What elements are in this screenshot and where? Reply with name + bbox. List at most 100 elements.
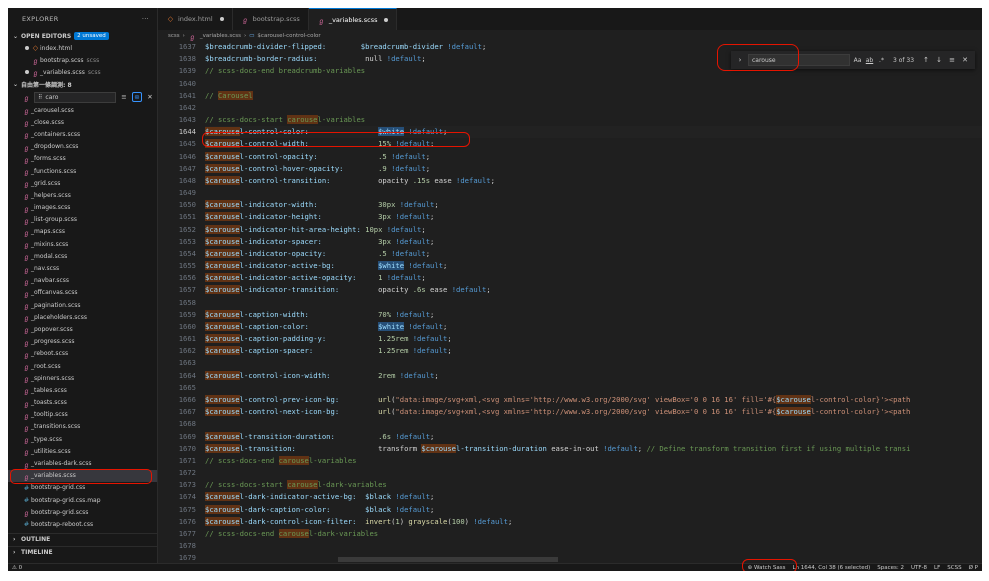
arrow-down-icon[interactable]: ↓ <box>934 56 944 64</box>
code-line[interactable]: // Carousel <box>205 90 982 102</box>
code-line[interactable]: $carousel-caption-color: $white !default… <box>205 321 982 333</box>
file-item[interactable]: # bootstrap-grid.css.map <box>22 494 157 506</box>
regex-icon[interactable]: .* <box>877 57 886 64</box>
match-case-icon[interactable]: Aa <box>853 57 862 64</box>
file-item[interactable]: ℊ _root.scss <box>22 360 157 372</box>
file-item[interactable]: ℊ _mixins.scss <box>22 238 157 250</box>
file-item[interactable]: ℊ _grid.scss <box>22 177 157 189</box>
tab-variables-scss[interactable]: ℊ _variables.scss <box>308 8 398 30</box>
code-line[interactable]: $carousel-indicator-opacity: .5 !default… <box>205 248 982 260</box>
code-line[interactable] <box>205 540 982 552</box>
notifications-icon[interactable]: Ø P <box>969 565 978 571</box>
open-editor-item[interactable]: ◇ index.html <box>8 42 157 54</box>
file-item[interactable]: # bootstrap-reboot.css <box>22 518 157 530</box>
code-line[interactable]: // scss-docs-end carousel-dark-variables <box>205 528 982 540</box>
code-line[interactable]: $carousel-indicator-transition: opacity … <box>205 284 982 296</box>
code-line[interactable]: $carousel-caption-padding-y: 1.25rem !de… <box>205 333 982 345</box>
code-line[interactable] <box>205 467 982 479</box>
workspace-section[interactable]: ⌄ 自由第一條調測: 8 <box>8 78 157 90</box>
file-item[interactable]: ℊ _spinners.scss <box>22 372 157 384</box>
file-item[interactable]: ℊ _images.scss <box>22 202 157 214</box>
code-line[interactable]: $carousel-indicator-hit-area-height: 10p… <box>205 224 982 236</box>
tab-bootstrap-scss[interactable]: ℊ bootstrap.scss <box>233 8 309 30</box>
code-line[interactable]: $carousel-control-next-icon-bg: url("dat… <box>205 406 982 418</box>
breadcrumb-folder[interactable]: scss <box>168 33 180 39</box>
file-item[interactable]: ℊ _close.scss <box>22 116 157 128</box>
code-line[interactable]: $carousel-caption-spacer: 1.25rem !defau… <box>205 345 982 357</box>
code-line[interactable]: $carousel-dark-caption-color: $black !de… <box>205 504 982 516</box>
close-icon[interactable]: ✕ <box>960 56 970 64</box>
unsaved-dot-icon[interactable] <box>219 17 224 21</box>
code-line[interactable]: $carousel-control-icon-width: 2rem !defa… <box>205 370 982 382</box>
code-line[interactable] <box>205 552 982 563</box>
code-line[interactable] <box>205 297 982 309</box>
file-item[interactable]: ℊ _variables.scss <box>8 468 157 484</box>
language-mode[interactable]: SCSS <box>947 565 961 571</box>
file-item[interactable]: ℊ _transitions.scss <box>22 421 157 433</box>
file-item[interactable]: ℊ bootstrap-grid.scss <box>22 506 157 518</box>
file-item[interactable]: ℊ _modal.scss <box>22 250 157 262</box>
open-editor-item[interactable]: ℊ _variables.scss scss <box>8 66 157 78</box>
end-of-line[interactable]: LF <box>934 565 940 571</box>
code-line[interactable]: $carousel-dark-control-icon-filter: inve… <box>205 516 982 528</box>
code-line[interactable] <box>205 357 982 369</box>
cursor-position[interactable]: Ln 1644, Col 38 (6 selected) <box>792 565 870 571</box>
file-item[interactable]: ℊ _placeholders.scss <box>22 311 157 323</box>
code-line[interactable]: $carousel-dark-indicator-active-bg: $bla… <box>205 491 982 503</box>
code-line[interactable] <box>205 187 982 199</box>
file-item[interactable]: ℊ _utilities.scss <box>22 445 157 457</box>
code-line[interactable]: $carousel-indicator-width: 30px !default… <box>205 199 982 211</box>
code-line[interactable]: $carousel-control-hover-opacity: .9 !def… <box>205 163 982 175</box>
find-in-selection-icon[interactable]: ≡ <box>947 56 957 64</box>
code-line[interactable]: $carousel-caption-width: 70% !default; <box>205 309 982 321</box>
file-item[interactable]: ℊ _toasts.scss <box>22 397 157 409</box>
explorer-more-icon[interactable]: ··· <box>142 15 149 23</box>
file-item[interactable]: ℊ _forms.scss <box>22 153 157 165</box>
code-line[interactable] <box>205 382 982 394</box>
code-line[interactable]: $carousel-indicator-height: 3px !default… <box>205 211 982 223</box>
tab-index-html[interactable]: ◇ index.html <box>158 8 233 30</box>
code-editor[interactable]: 1637 1638 1639 1640 1641 1642 1643 1644 1645 1646… <box>158 41 982 563</box>
code-line[interactable] <box>205 78 982 90</box>
file-item[interactable]: ℊ _reboot.scss <box>22 348 157 360</box>
code-line[interactable]: $carousel-control-opacity: .5 !default; <box>205 151 982 163</box>
file-item[interactable]: ℊ _carousel.scss <box>22 104 157 116</box>
open-editors-section[interactable]: ⌄ OPEN EDITORS 2 unsaved <box>8 30 157 42</box>
file-item[interactable]: ℊ _variables-dark.scss <box>22 457 157 469</box>
file-item[interactable]: ℊ _list-group.scss <box>22 214 157 226</box>
file-item[interactable]: ℊ _helpers.scss <box>22 189 157 201</box>
code-line[interactable]: // scss-docs-end carousel-variables <box>205 455 982 467</box>
file-item[interactable]: ℊ _maps.scss <box>22 226 157 238</box>
file-item[interactable]: ℊ _pagination.scss <box>22 299 157 311</box>
fuzzy-match-icon[interactable]: ⊜ <box>132 92 142 102</box>
problems-count[interactable]: ⚠ 0 <box>8 565 22 571</box>
code-line[interactable]: $carousel-transition-duration: .6s !defa… <box>205 431 982 443</box>
file-item[interactable]: ℊ _containers.scss <box>22 128 157 140</box>
file-item[interactable]: ℊ _tooltip.scss <box>22 409 157 421</box>
code-line[interactable]: // scss-docs-start carousel-dark-variabl… <box>205 479 982 491</box>
code-line[interactable]: // scss-docs-start carousel-variables <box>205 114 982 126</box>
code-line[interactable]: $carousel-transition: transform $carouse… <box>205 443 982 455</box>
code-line[interactable] <box>205 418 982 430</box>
code-line[interactable]: $carousel-control-transition: opacity .1… <box>205 175 982 187</box>
file-item[interactable]: ℊ _progress.scss <box>22 336 157 348</box>
code-lines[interactable]: $breadcrumb-divider-flipped: $breadcrumb… <box>205 41 982 563</box>
code-line[interactable]: $carousel-control-prev-icon-bg: url("dat… <box>205 394 982 406</box>
open-editor-item[interactable]: ℊ bootstrap.scss scss <box>8 54 157 66</box>
unsaved-dot-icon[interactable] <box>384 17 389 22</box>
explorer-filter-input[interactable]: ⠿ caro <box>34 91 116 103</box>
code-line[interactable]: $carousel-indicator-spacer: 3px !default… <box>205 236 982 248</box>
breadcrumb-file[interactable]: _variables.scss <box>200 33 241 39</box>
timeline-section[interactable]: › TIMELINE <box>8 546 158 558</box>
file-item[interactable]: ℊ _dropdown.scss <box>22 141 157 153</box>
filter-lines-icon[interactable]: ≡ <box>119 93 129 101</box>
file-item[interactable]: ℊ _tables.scss <box>22 384 157 396</box>
watch-sass-button[interactable]: ⊛ Watch Sass <box>741 558 797 571</box>
close-icon[interactable]: ✕ <box>145 93 155 101</box>
breadcrumb-symbol[interactable]: $carousel-control-color <box>257 33 320 39</box>
code-line[interactable]: $carousel-indicator-active-bg: $white !d… <box>205 260 982 272</box>
outline-section[interactable]: › OUTLINE <box>8 533 158 545</box>
file-item[interactable]: ℊ _type.scss <box>22 433 157 445</box>
file-item[interactable]: ℊ _nav.scss <box>22 262 157 274</box>
indentation[interactable]: Spaces: 2 <box>877 565 904 571</box>
